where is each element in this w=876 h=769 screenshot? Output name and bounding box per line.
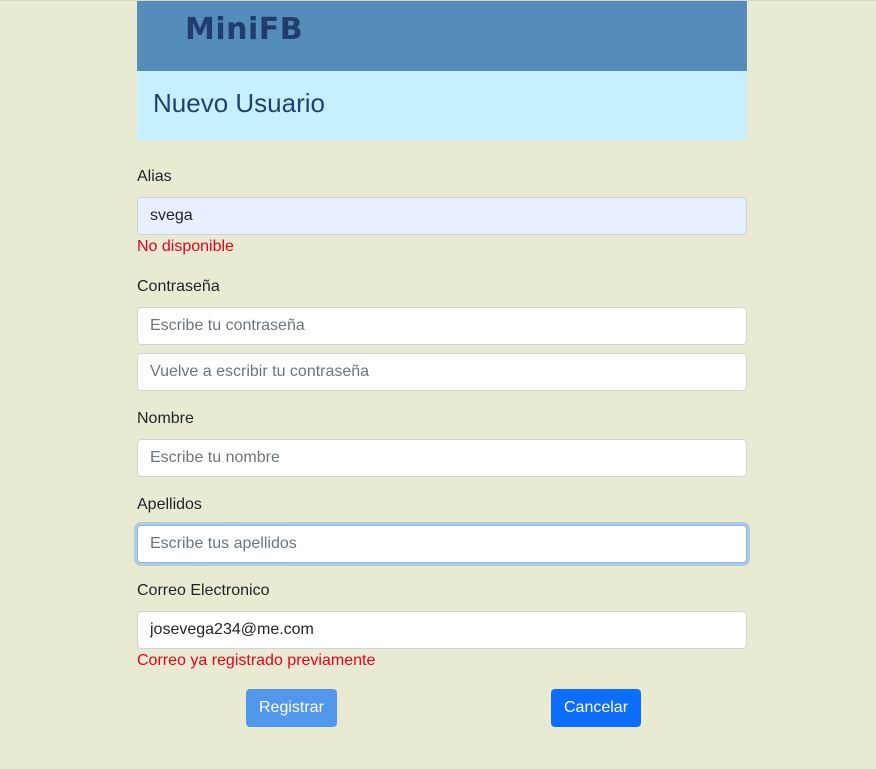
alias-input[interactable]: [137, 197, 747, 235]
first-name-input[interactable]: [137, 439, 747, 477]
brand-logo[interactable]: MiniFB: [185, 12, 303, 47]
password-input[interactable]: [137, 307, 747, 345]
last-name-label: Apellidos: [137, 496, 202, 513]
alias-error-message: No disponible: [137, 238, 234, 255]
email-error-message: Correo ya registrado previamente: [137, 652, 376, 669]
page-title-bar: Nuevo Usuario: [137, 71, 747, 140]
password-confirm-input[interactable]: [137, 353, 747, 391]
registration-panel: MiniFB Nuevo Usuario Alias No disponible…: [137, 1, 747, 727]
last-name-input[interactable]: [137, 525, 747, 563]
register-button[interactable]: Registrar: [246, 689, 337, 727]
first-name-label: Nombre: [137, 410, 194, 427]
page-title: Nuevo Usuario: [153, 88, 325, 118]
email-input[interactable]: [137, 611, 747, 649]
brand-header: MiniFB: [137, 1, 747, 71]
email-label: Correo Electronico: [137, 582, 270, 599]
password-label: Contraseña: [137, 278, 220, 295]
alias-label: Alias: [137, 168, 172, 185]
cancel-button[interactable]: Cancelar: [551, 689, 642, 727]
